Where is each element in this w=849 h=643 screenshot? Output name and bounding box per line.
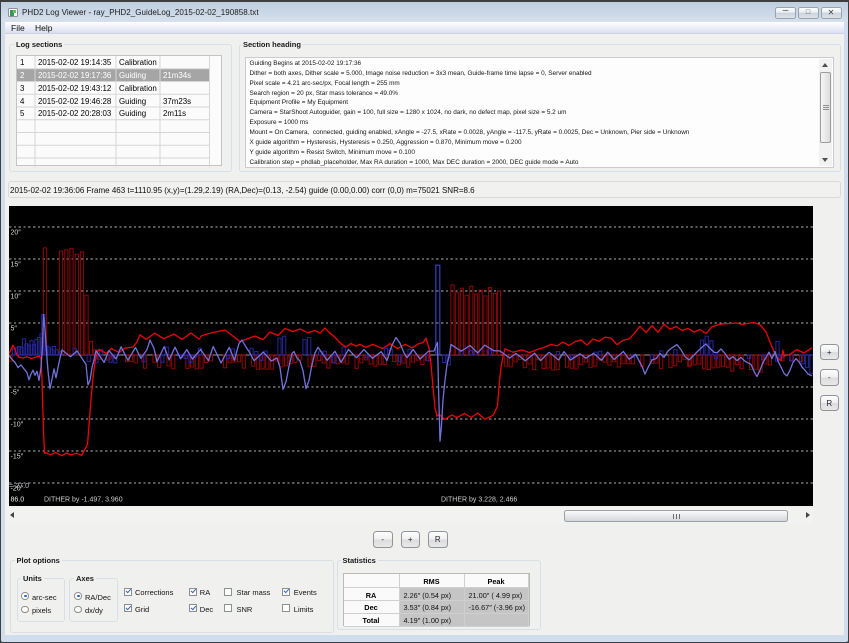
svg-text:DITHER by -1.497, 3.960: DITHER by -1.497, 3.960 [44,497,123,504]
svg-text:86.0: 86.0 [11,497,25,504]
svg-text:20″: 20″ [11,229,22,236]
svg-text:-5″: -5″ [11,389,20,396]
svg-text:5″: 5″ [11,325,18,332]
svg-text:-15″: -15″ [11,453,24,460]
svg-text:10″: 10″ [11,293,22,300]
svg-text:-10″: -10″ [11,421,24,428]
svg-text:15″: 15″ [11,261,22,268]
svg-text:=-27.0: =-27.0 [9,483,29,490]
svg-text:DITHER by 3.228, 2.466: DITHER by 3.228, 2.466 [441,497,517,504]
